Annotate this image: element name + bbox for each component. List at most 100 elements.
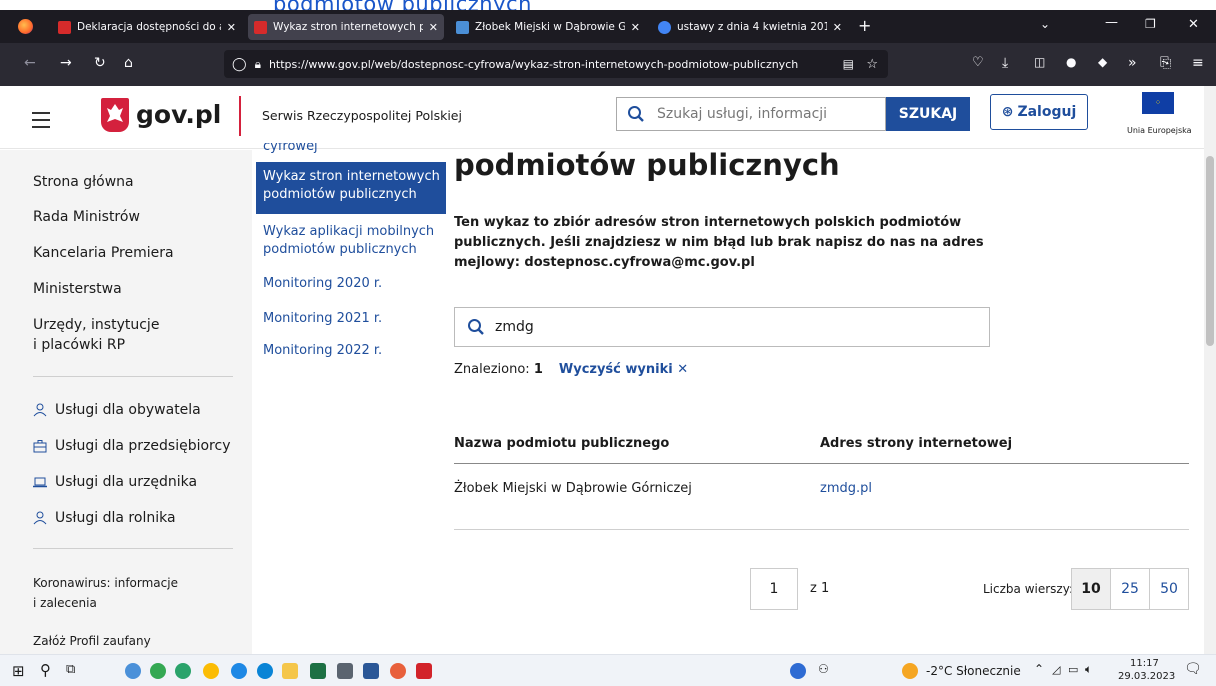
subnav-monitoring-2021[interactable]: Monitoring 2021 r. — [263, 310, 382, 328]
new-tab-button[interactable]: + — [858, 16, 871, 35]
task-view-icon[interactable]: ⧉ — [66, 662, 75, 677]
rows-option-10[interactable]: 10 — [1071, 568, 1111, 610]
service-urzednik[interactable]: Usługi dla urzędnika — [33, 472, 197, 492]
acrobat-icon[interactable] — [416, 663, 432, 679]
nav-koronawirus[interactable]: Koronawirus: informacje — [33, 573, 178, 593]
sidebar-icon[interactable]: ◫ — [1034, 55, 1045, 69]
tab-deklaracja[interactable]: Deklaracja dostępności do aktu✕ — [52, 14, 242, 40]
tab-list-icon[interactable]: ⌄ — [1040, 17, 1050, 31]
weather-icon[interactable] — [902, 663, 918, 679]
rows-option-25[interactable]: 25 — [1110, 568, 1150, 610]
windows-start-icon[interactable]: ⊞ — [12, 662, 25, 680]
subnav-aplikacje[interactable]: Wykaz aplikacji mobilnych podmiotów publ… — [263, 223, 434, 259]
subnav-item-active[interactable]: Wykaz stron internetowych podmiotów publ… — [256, 162, 446, 214]
reader-view-icon[interactable]: ▤ — [843, 57, 854, 71]
clock-date[interactable]: 29.03.2023 — [1118, 671, 1175, 682]
table-cell-url[interactable]: zmdg.pl — [820, 481, 872, 496]
site-favicon-icon — [456, 20, 469, 34]
nav-strona-glowna[interactable]: Strona główna — [33, 172, 134, 192]
app-icon[interactable] — [790, 663, 806, 679]
forward-icon[interactable]: → — [60, 55, 72, 71]
close-tab-icon[interactable]: ✕ — [429, 21, 438, 34]
page-number-input[interactable]: 1 — [750, 568, 798, 610]
restore-icon[interactable]: ❐ — [1145, 17, 1156, 31]
hamburger-menu-icon[interactable] — [32, 112, 50, 128]
privacy-badger-icon[interactable]: ◆ — [1098, 55, 1107, 69]
address-bar[interactable]: ◯ 🔒︎ https://www.gov.pl/web/dostepnosc-c… — [224, 50, 888, 78]
close-icon: ✕ — [677, 362, 689, 377]
app-icon[interactable] — [125, 663, 141, 679]
list-search-input[interactable]: zmdg — [454, 307, 990, 347]
word-icon[interactable] — [363, 663, 379, 679]
page-scrollbar[interactable] — [1204, 86, 1216, 654]
subnav-partial[interactable]: cyfrowej — [263, 143, 318, 153]
service-rolnik[interactable]: Usługi dla rolnika — [33, 508, 176, 528]
tab-zlobek[interactable]: Żłobek Miejski w Dąbrowie Gór ✕ — [450, 14, 646, 40]
nav-ministerstwa[interactable]: Ministerstwa — [33, 279, 122, 299]
search-button[interactable]: SZUKAJ — [886, 97, 970, 131]
minimize-icon[interactable]: — — [1105, 15, 1118, 30]
lock-icon[interactable]: 🔒︎ — [255, 57, 261, 72]
site-logo[interactable]: gov.pl — [136, 100, 221, 129]
briefcase-icon — [33, 440, 47, 453]
weather-text[interactable]: -2°C Słonecznie — [926, 664, 1021, 678]
downloads-icon[interactable]: ⤓ — [1002, 55, 1008, 71]
volume-icon[interactable]: 🔈︎ — [1085, 662, 1092, 677]
table-row-divider — [454, 529, 1189, 530]
service-obywatel[interactable]: Usługi dla obywatela — [33, 400, 201, 420]
close-tab-icon[interactable]: ✕ — [833, 21, 842, 34]
people-icon[interactable]: ⚇ — [818, 662, 829, 676]
nav-urzedy[interactable]: Urzędy, instytucje — [33, 315, 159, 335]
person-icon — [33, 511, 47, 525]
nav-koronawirus-line2[interactable]: i zalecenia — [33, 593, 97, 613]
subnav-monitoring-2022[interactable]: Monitoring 2022 r. — [263, 342, 382, 360]
notifications-icon[interactable]: 🗨︎ — [1184, 661, 1202, 677]
pocket-icon[interactable]: ♡ — [972, 55, 984, 70]
share-icon[interactable]: ⎘ — [1160, 55, 1171, 71]
service-przedsiebiorca[interactable]: Usługi dla przedsiębiorcy — [33, 436, 231, 456]
login-button[interactable]: ⊛ Zaloguj — [990, 94, 1088, 130]
url-text[interactable]: https://www.gov.pl/web/dostepnosc-cyfrow… — [269, 58, 798, 71]
reload-icon[interactable]: ↻ — [94, 55, 106, 71]
tab-wykaz[interactable]: Wykaz stron internetowych pod ✕ — [248, 14, 444, 40]
subnav-monitoring-2020[interactable]: Monitoring 2020 r. — [263, 275, 382, 293]
menu-icon[interactable]: ≡ — [1192, 55, 1204, 71]
clear-results-link[interactable]: Wyczyść wyniki ✕ — [559, 362, 688, 377]
overflow-icon[interactable]: » — [1128, 55, 1137, 71]
windows-taskbar: ⊞ ⚲ ⧉ ⚇ -2°C Słonecznie ⌃ ◿ ▭ 🔈︎ 11:17 2… — [0, 654, 1216, 686]
tray-chevron-icon[interactable]: ⌃ — [1034, 662, 1044, 676]
nav-rada-ministrow[interactable]: Rada Ministrów — [33, 207, 140, 227]
search-icon[interactable]: ⚲ — [40, 661, 51, 679]
battery-icon[interactable]: ▭ — [1068, 663, 1078, 676]
network-icon[interactable]: ◿ — [1052, 663, 1060, 676]
tab-ustawy[interactable]: ustawy z dnia 4 kwietnia 2019 r.✕ — [652, 14, 848, 40]
nav-kancelaria-premiera[interactable]: Kancelaria Premiera — [33, 243, 174, 263]
nav-profil-zaufany[interactable]: Załóż Profil zaufany — [33, 631, 151, 651]
back-icon[interactable]: ← — [24, 55, 36, 71]
shield-icon[interactable]: ◯ — [232, 57, 247, 72]
chrome-icon[interactable] — [203, 663, 219, 679]
bookmark-star-icon[interactable]: ☆ — [866, 57, 878, 72]
column-header-name: Nazwa podmiotu publicznego — [454, 436, 670, 451]
edge-icon[interactable] — [175, 663, 191, 679]
clock-time[interactable]: 11:17 — [1130, 658, 1159, 669]
edge-icon[interactable] — [257, 663, 273, 679]
site-search-input[interactable]: Szukaj usługi, informacji — [616, 97, 886, 131]
close-tab-icon[interactable]: ✕ — [227, 21, 236, 34]
explorer-icon[interactable] — [282, 663, 298, 679]
extension-icon[interactable]: ● — [1066, 55, 1076, 69]
search-icon — [468, 319, 484, 335]
rows-option-50[interactable]: 50 — [1149, 568, 1189, 610]
close-tab-icon[interactable]: ✕ — [631, 21, 640, 34]
calculator-icon[interactable] — [337, 663, 353, 679]
firefox-icon[interactable] — [18, 19, 33, 34]
laptop-icon — [33, 477, 47, 488]
scrollbar-thumb[interactable] — [1206, 156, 1214, 346]
app-icon[interactable] — [231, 663, 247, 679]
excel-icon[interactable] — [310, 663, 326, 679]
nav-urzedy-line2[interactable]: i placówki RP — [33, 335, 125, 355]
close-window-icon[interactable]: ✕ — [1188, 17, 1199, 32]
firefox-icon[interactable] — [390, 663, 406, 679]
home-icon[interactable]: ⌂ — [124, 55, 133, 71]
chrome-icon[interactable] — [150, 663, 166, 679]
